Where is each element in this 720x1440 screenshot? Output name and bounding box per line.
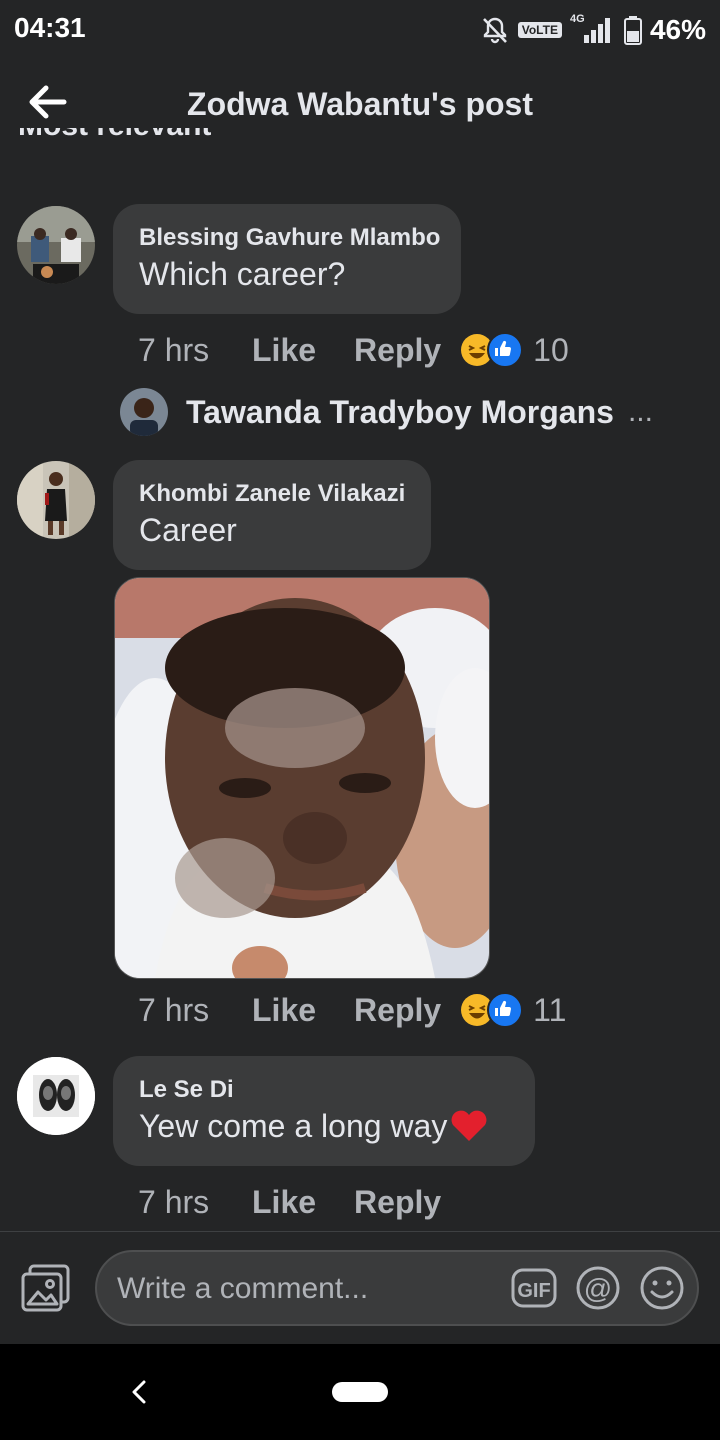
nav-home-pill[interactable] bbox=[332, 1382, 388, 1402]
like-button[interactable]: Like bbox=[252, 1184, 316, 1221]
mention-label: @ bbox=[584, 1273, 612, 1304]
comment-time[interactable]: 7 hrs bbox=[138, 992, 252, 1029]
sort-label: Most relevant bbox=[18, 128, 211, 154]
mention-icon: @ bbox=[576, 1266, 620, 1310]
battery-icon bbox=[623, 16, 642, 45]
comment-bubble[interactable]: Le Se Di Yew come a long way bbox=[113, 1056, 535, 1166]
red-heart-icon bbox=[451, 1110, 487, 1141]
comment-bubble[interactable]: Blessing Gavhure Mlambo Which career? bbox=[113, 204, 461, 314]
signal-icon: 4G bbox=[570, 13, 616, 45]
reply-preview[interactable]: Tawanda Tradyboy Morgans ... bbox=[120, 388, 653, 436]
comment-text-line: Yew come a long way bbox=[139, 1108, 489, 1145]
status-icons: VoLTE 4G 46% bbox=[480, 12, 706, 48]
like-reaction-icon bbox=[487, 332, 524, 368]
comment-text: Which career? bbox=[139, 256, 346, 292]
reactions-summary[interactable]: 11 bbox=[461, 992, 566, 1029]
comment-author[interactable]: Blessing Gavhure Mlambo bbox=[139, 224, 440, 252]
comment-author[interactable]: Khombi Zanele Vilakazi bbox=[139, 480, 405, 508]
sort-dropdown[interactable]: Most relevant bbox=[18, 128, 211, 154]
comment-photo[interactable] bbox=[114, 577, 490, 979]
gif-button[interactable]: GIF bbox=[511, 1266, 557, 1315]
comment-text: Career bbox=[139, 512, 237, 548]
emoji-icon bbox=[640, 1266, 684, 1310]
reactions-summary[interactable]: 10 bbox=[461, 332, 569, 369]
notifications-off-icon bbox=[482, 17, 507, 44]
nav-back-button[interactable] bbox=[126, 1378, 152, 1411]
nav-back-icon bbox=[132, 1380, 146, 1404]
status-time: 04:31 bbox=[14, 12, 86, 43]
comment-input[interactable]: Write a comment... GIF @ bbox=[95, 1250, 699, 1326]
avatar[interactable] bbox=[17, 1057, 95, 1135]
emoji-button[interactable] bbox=[639, 1266, 685, 1315]
mention-button[interactable]: @ bbox=[575, 1266, 621, 1315]
comment-time[interactable]: 7 hrs bbox=[138, 332, 252, 369]
comment-actions: 7 hrs Like Reply bbox=[138, 1182, 479, 1222]
reply-button[interactable]: Reply bbox=[354, 992, 441, 1029]
system-nav-bar bbox=[0, 1344, 720, 1440]
comment-composer: Write a comment... GIF @ bbox=[0, 1231, 720, 1344]
gif-icon: GIF bbox=[511, 1268, 557, 1308]
like-button[interactable]: Like bbox=[252, 992, 316, 1029]
like-button[interactable]: Like bbox=[252, 332, 316, 369]
comment-text: Yew come a long way bbox=[139, 1108, 448, 1144]
comment-input-placeholder: Write a comment... bbox=[117, 1272, 369, 1305]
avatar[interactable] bbox=[17, 206, 95, 284]
comment-actions: 7 hrs Like Reply 10 bbox=[138, 330, 569, 370]
reply-author: Tawanda Tradyboy Morgans bbox=[186, 393, 614, 430]
battery-percentage: 46% bbox=[649, 14, 706, 45]
gif-label: GIF bbox=[517, 1280, 550, 1302]
comment-actions: 7 hrs Like Reply 11 bbox=[138, 990, 566, 1030]
reaction-count: 10 bbox=[533, 331, 569, 368]
page-title: Zodwa Wabantu's post bbox=[187, 86, 533, 122]
avatar bbox=[120, 388, 168, 436]
like-reaction-icon bbox=[487, 992, 524, 1028]
comment-time[interactable]: 7 hrs bbox=[138, 1184, 252, 1221]
comment-bubble[interactable]: Khombi Zanele Vilakazi Career bbox=[113, 460, 431, 570]
status-bar: 04:31 VoLTE 4G 46% bbox=[0, 0, 720, 62]
attach-photo-button[interactable] bbox=[20, 1262, 72, 1314]
avatar[interactable] bbox=[17, 461, 95, 539]
reaction-count: 11 bbox=[533, 991, 567, 1028]
more-replies-ellipsis: ... bbox=[627, 395, 653, 428]
comment-author[interactable]: Le Se Di bbox=[139, 1076, 234, 1104]
reply-button[interactable]: Reply bbox=[354, 332, 441, 369]
photo-icon bbox=[21, 1264, 70, 1312]
volte-badge: VoLTE bbox=[517, 22, 562, 38]
reply-button[interactable]: Reply bbox=[354, 1184, 441, 1221]
